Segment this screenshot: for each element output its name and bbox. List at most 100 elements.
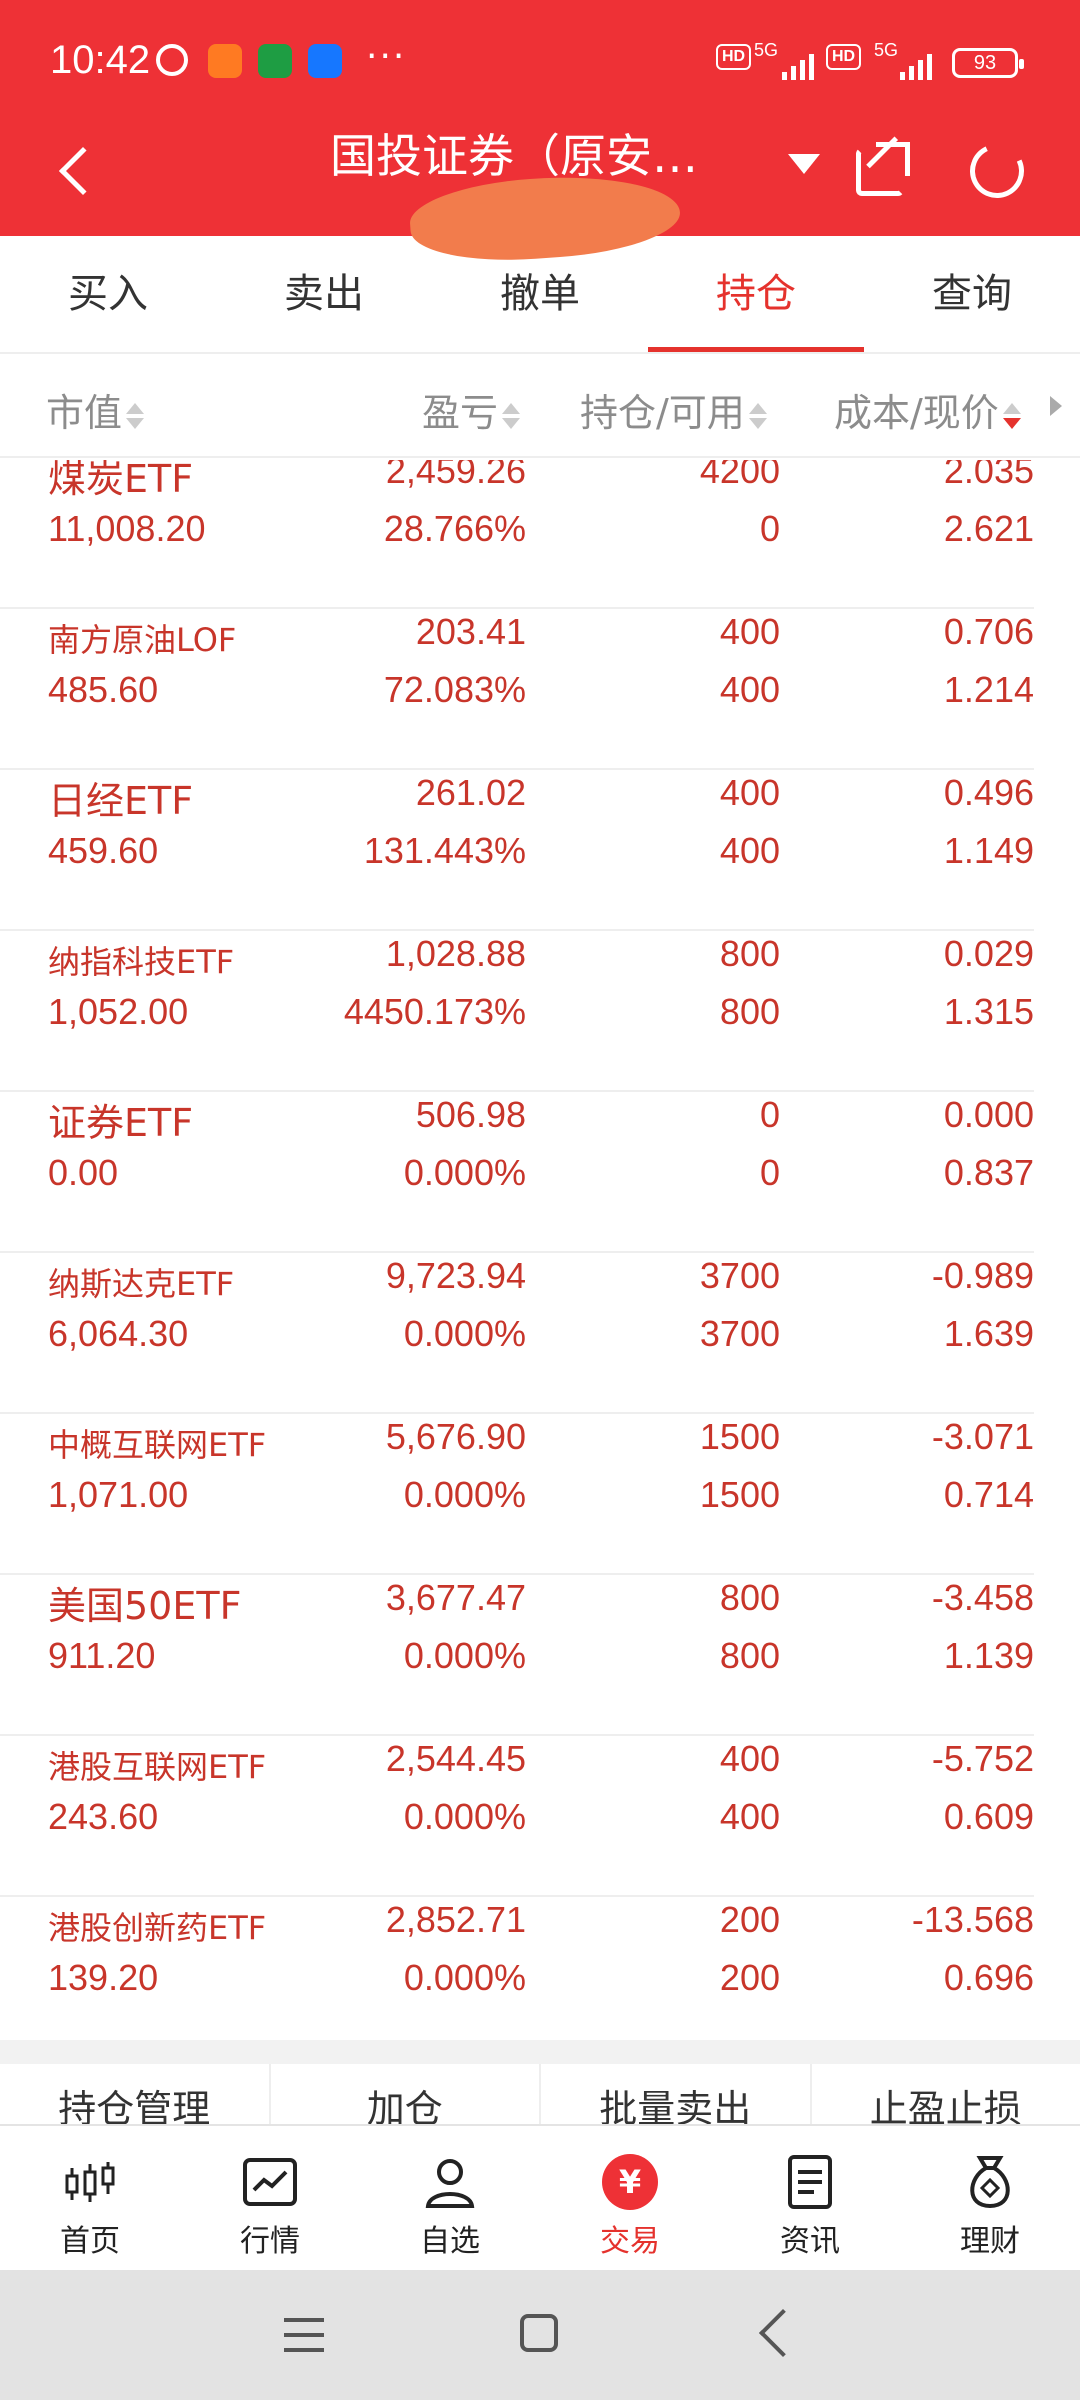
pnl-amount: 261.02 (415, 772, 526, 813)
column-label: 持仓/可用 (580, 391, 745, 435)
holding-row[interactable]: 证券ETF 0.00 506.98 0.000% 0 0 0.000 0.837 (0, 1092, 1080, 1253)
security-name: 纳指科技ETF (48, 943, 235, 981)
nav-home[interactable]: 首页 (0, 2126, 180, 2270)
holding-row[interactable]: 煤炭ETF 11,008.20 2,459.26 28.766% 4200 0 … (0, 460, 1080, 609)
current-price: 1.315 (943, 991, 1034, 1032)
hd-icon: HD (826, 44, 862, 70)
sort-icon (502, 401, 521, 431)
security-name: 煤炭ETF (48, 460, 194, 501)
available-qty: 1500 (699, 1474, 780, 1515)
pnl-amount: 1,028.88 (385, 933, 526, 974)
pnl-percent: 0.000% (403, 1957, 526, 1998)
app-notification-icon (308, 44, 342, 78)
back-button[interactable] (48, 130, 108, 210)
available-qty: 400 (719, 830, 780, 871)
holding-row[interactable]: 纳指科技ETF 1,052.00 1,028.88 4450.173% 800 … (0, 931, 1080, 1092)
back-arrow-icon (58, 146, 108, 196)
cost-price: 2.035 (943, 460, 1034, 491)
tab-sell[interactable]: 卖出 (216, 236, 432, 352)
market-value: 243.60 (48, 1796, 159, 1837)
holding-row[interactable]: 中概互联网ETF 1,071.00 5,676.90 0.000% 1500 1… (0, 1414, 1080, 1575)
person-icon (425, 2159, 475, 2208)
security-name: 港股创新药ETF (48, 1909, 267, 1947)
available-qty: 200 (719, 1957, 780, 1998)
nav-watchlist[interactable]: 自选 (360, 2126, 540, 2270)
holdings-list: 煤炭ETF 11,008.20 2,459.26 28.766% 4200 0 … (0, 460, 1080, 2040)
sort-market-value[interactable]: 市值 (46, 382, 145, 437)
column-label: 成本/现价 (834, 391, 999, 435)
cost-price: 0.496 (943, 772, 1034, 813)
holding-row[interactable]: 美国50ETF 911.20 3,677.47 0.000% 800 800 -… (0, 1575, 1080, 1736)
position-qty: 200 (719, 1899, 780, 1940)
security-name: 证券ETF (48, 1101, 194, 1145)
nav-label: 自选 (420, 2224, 480, 2259)
pnl-percent: 0.000% (403, 1635, 526, 1676)
cost-price: 0.000 (943, 1094, 1034, 1135)
holding-row[interactable]: 纳斯达克ETF 6,064.30 9,723.94 0.000% 3700 37… (0, 1253, 1080, 1414)
position-qty: 400 (719, 1738, 780, 1779)
more-columns-icon[interactable] (1050, 396, 1062, 416)
security-name: 港股互联网ETF (48, 1748, 267, 1786)
position-qty: 4200 (699, 460, 780, 491)
recent-apps-icon[interactable] (284, 2318, 324, 2352)
current-price: 0.714 (943, 1474, 1034, 1515)
pnl-percent: 0.000% (403, 1152, 526, 1193)
tab-buy[interactable]: 买入 (0, 236, 216, 352)
position-qty: 800 (719, 933, 780, 974)
pnl-amount: 2,544.45 (385, 1738, 526, 1779)
cost-price: 0.706 (943, 611, 1034, 652)
sort-position[interactable]: 持仓/可用 (580, 382, 767, 437)
holding-row[interactable]: 南方原油LOF 485.60 203.41 72.083% 400 400 0.… (0, 609, 1080, 770)
pnl-amount: 506.98 (415, 1094, 526, 1135)
home-icon[interactable] (520, 2314, 558, 2352)
cost-price: 0.029 (943, 933, 1034, 974)
pnl-percent: 0.000% (403, 1796, 526, 1837)
sort-pnl[interactable]: 盈亏 (422, 382, 521, 437)
holding-row[interactable]: 港股创新药ETF 139.20 2,852.71 0.000% 200 200 … (0, 1897, 1080, 2040)
add-position-button[interactable]: 加仓 (271, 2064, 541, 2124)
share-arrow-icon (876, 142, 910, 176)
nav-label: 首页 (60, 2224, 120, 2259)
network-type-label: 5G (754, 40, 779, 60)
app-notification-icon (258, 44, 292, 78)
market-value: 139.20 (48, 1957, 159, 1998)
current-price: 2.621 (943, 508, 1034, 549)
tab-query[interactable]: 查询 (864, 236, 1080, 352)
nav-label: 交易 (600, 2224, 660, 2259)
available-qty: 0 (759, 508, 780, 549)
nav-wealth[interactable]: 理财 (900, 2126, 1080, 2270)
document-icon (788, 2155, 832, 2209)
take-profit-stop-loss-button[interactable]: 止盈止损 (812, 2064, 1080, 2124)
holdings-column-header: 市值 盈亏 持仓/可用 成本/现价 (0, 356, 1080, 458)
holding-row[interactable]: 港股互联网ETF 243.60 2,544.45 0.000% 400 400 … (0, 1736, 1080, 1897)
nav-market[interactable]: 行情 (180, 2126, 360, 2270)
more-notifications-icon: ··· (366, 36, 407, 77)
nav-label: 资讯 (780, 2224, 840, 2259)
cost-price: -3.458 (931, 1577, 1034, 1618)
available-qty: 400 (719, 669, 780, 710)
cost-price: -3.071 (931, 1416, 1034, 1457)
system-back-icon[interactable] (758, 2308, 808, 2358)
nav-news[interactable]: 资讯 (720, 2126, 900, 2270)
pnl-amount: 9,723.94 (385, 1255, 526, 1296)
tab-positions[interactable]: 持仓 (648, 236, 864, 352)
column-label: 市值 (46, 391, 123, 435)
refresh-button[interactable] (962, 136, 1032, 206)
sort-desc-icon (1002, 401, 1021, 431)
pnl-amount: 5,676.90 (385, 1416, 526, 1457)
money-bag-icon (970, 2156, 1010, 2209)
nav-trade[interactable]: ¥ 交易 (540, 2126, 720, 2270)
page-title: 国投证券（原安… (330, 129, 698, 183)
dropdown-caret-icon (788, 154, 820, 174)
chart-icon (243, 2158, 297, 2206)
pnl-percent: 0.000% (403, 1313, 526, 1354)
batch-sell-button[interactable]: 批量卖出 (541, 2064, 812, 2124)
sort-icon (126, 401, 145, 431)
system-navigation-bar (0, 2270, 1080, 2400)
cost-price: -5.752 (931, 1738, 1034, 1779)
manage-positions-button[interactable]: 持仓管理 (0, 2064, 271, 2124)
share-button[interactable] (852, 136, 912, 200)
sort-cost-price[interactable]: 成本/现价 (834, 382, 1021, 437)
holding-row[interactable]: 日经ETF 459.60 261.02 131.443% 400 400 0.4… (0, 770, 1080, 931)
current-price: 1.139 (943, 1635, 1034, 1676)
